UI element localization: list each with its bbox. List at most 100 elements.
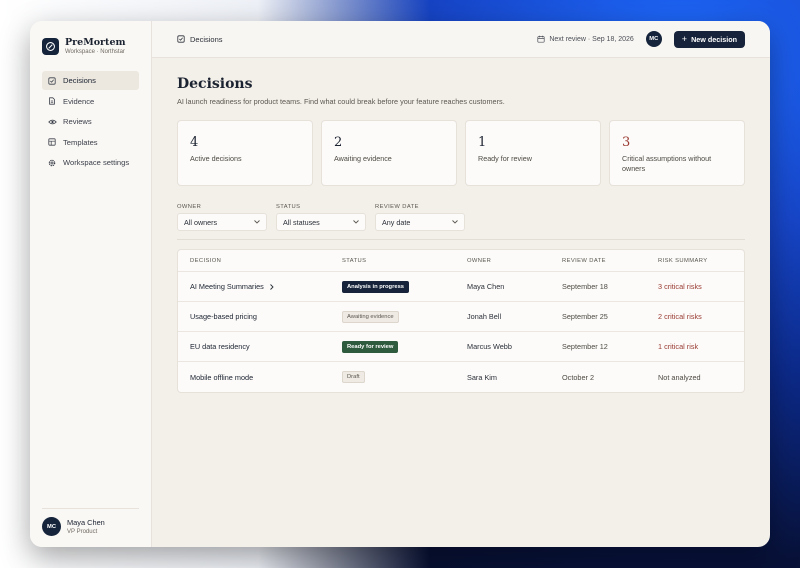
brand-logo-icon <box>42 37 59 55</box>
status-cell: Ready for review <box>342 340 467 353</box>
review-date-cell: September 18 <box>562 282 608 291</box>
divider <box>177 239 745 240</box>
stat-label: Awaiting evidence <box>334 154 392 163</box>
gear-icon <box>48 159 60 167</box>
stat-card-ready[interactable]: 1 Ready for review <box>465 120 601 186</box>
select-value: Any date <box>382 217 411 227</box>
brand[interactable]: PreMortem Workspace · Northstar <box>30 21 151 55</box>
table-row[interactable]: Mobile offline mode Draft Sara Kim Octob… <box>178 362 744 392</box>
stat-card-awaiting[interactable]: 2 Awaiting evidence <box>321 120 457 186</box>
stat-label: Active decisions <box>190 154 242 163</box>
sidebar-item-label: Workspace settings <box>63 158 130 167</box>
status-select[interactable]: All statuses <box>276 213 366 231</box>
sidebar-item-label: Templates <box>63 137 98 147</box>
sidebar-item-evidence[interactable]: Evidence <box>42 92 139 111</box>
stat-label: Ready for review <box>478 154 532 163</box>
content: Decisions AI launch readiness for produc… <box>152 58 770 393</box>
stat-value: 3 <box>622 135 631 150</box>
decision-name: AI Meeting Summaries <box>190 282 264 291</box>
filter-label: REVIEW DATE <box>375 204 419 210</box>
new-decision-button[interactable]: + New decision <box>673 30 745 48</box>
risk-summary-cell: 3 critical risks <box>658 282 702 291</box>
decision-cell: Mobile offline mode <box>178 373 342 382</box>
checkbox-icon <box>48 76 60 85</box>
document-icon <box>48 97 60 105</box>
stat-value: 4 <box>190 135 199 150</box>
sidebar-item-label: Reviews <box>63 117 92 126</box>
chevron-down-icon <box>254 220 260 224</box>
column-header[interactable]: RISK SUMMARY <box>658 258 744 264</box>
sidebar-item-reviews[interactable]: Reviews <box>42 112 139 131</box>
owner-cell: Sara Kim <box>467 372 498 382</box>
filters: OWNER All owners STATUS All statuses REV… <box>177 204 745 231</box>
table-row[interactable]: AI Meeting Summaries Analysis in progres… <box>178 272 744 302</box>
sidebar-nav: Decisions Evidence Reviews Templates Wor… <box>30 71 151 172</box>
column-header[interactable]: DECISION <box>178 258 342 264</box>
stats-row: 4 Active decisions 2 Awaiting evidence 1… <box>177 120 745 186</box>
column-header[interactable]: OWNER <box>467 258 562 264</box>
filter-label: STATUS <box>276 204 301 210</box>
owner-select[interactable]: All owners <box>177 213 267 231</box>
owner-cell: Maya Chen <box>467 282 505 291</box>
chevron-right-icon <box>269 283 274 290</box>
decision-name: Mobile offline mode <box>190 372 254 382</box>
stat-value: 1 <box>478 135 487 150</box>
topbar: Decisions Next review · Sep 18, 2026 MC … <box>152 21 770 58</box>
status-filter: STATUS All statuses <box>276 204 366 231</box>
status-cell: Draft <box>342 371 467 383</box>
sidebar: PreMortem Workspace · Northstar Decision… <box>30 21 152 547</box>
status-cell: Awaiting evidence <box>342 310 467 323</box>
template-icon <box>48 138 60 146</box>
breadcrumb-label: Decisions <box>190 34 223 44</box>
decision-name: Usage-based pricing <box>190 312 257 321</box>
status-badge: Awaiting evidence <box>342 310 399 323</box>
status-badge: Ready for review <box>342 340 399 353</box>
decision-cell: EU data residency <box>178 342 342 351</box>
workspace-name: Workspace · Northstar <box>65 49 125 55</box>
sidebar-user[interactable]: MC Maya Chen VP Product <box>42 508 139 536</box>
owner-cell: Marcus Webb <box>467 342 512 351</box>
select-value: All owners <box>184 217 218 227</box>
stat-value: 2 <box>334 135 343 150</box>
page-subtitle: AI launch readiness for product teams. F… <box>177 97 505 106</box>
calendar-icon <box>537 35 545 43</box>
status-cell: Analysis in progress <box>342 280 467 293</box>
table-header: DECISION STATUS OWNER REVIEW DATE RISK S… <box>178 250 744 272</box>
decision-cell: AI Meeting Summaries <box>178 282 342 291</box>
owner-cell: Jonah Bell <box>467 312 502 321</box>
user-role: VP Product <box>67 529 98 535</box>
sidebar-item-workspace-settings[interactable]: Workspace settings <box>42 153 139 172</box>
column-header[interactable]: REVIEW DATE <box>562 258 658 264</box>
decision-name: EU data residency <box>190 342 250 351</box>
risk-summary-cell: 1 critical risk <box>658 342 699 351</box>
plus-icon: + <box>681 34 688 44</box>
main-area: Decisions Next review · Sep 18, 2026 MC … <box>152 21 770 547</box>
chevron-down-icon <box>452 220 458 224</box>
column-header[interactable]: STATUS <box>342 258 467 264</box>
avatar: MC <box>42 517 61 536</box>
decision-cell: Usage-based pricing <box>178 312 342 321</box>
review-date-cell: October 2 <box>562 372 595 382</box>
decisions-table: DECISION STATUS OWNER REVIEW DATE RISK S… <box>177 249 745 393</box>
owner-filter: OWNER All owners <box>177 204 267 231</box>
stat-card-active[interactable]: 4 Active decisions <box>177 120 313 186</box>
user-name: Maya Chen <box>67 518 105 527</box>
table-row[interactable]: EU data residency Ready for review Marcu… <box>178 332 744 362</box>
stat-card-critical[interactable]: 3 Critical assumptions without owners <box>609 120 745 186</box>
sidebar-item-decisions[interactable]: Decisions <box>42 71 139 90</box>
review-date-filter: REVIEW DATE Any date <box>375 204 465 231</box>
next-review-label: Next review · Sep 18, 2026 <box>549 35 634 43</box>
eye-icon <box>48 118 60 126</box>
risk-summary-cell: 2 critical risks <box>658 312 702 321</box>
app-window: PreMortem Workspace · Northstar Decision… <box>30 21 770 547</box>
filter-label: OWNER <box>177 204 202 210</box>
stat-label: Critical assumptions without owners <box>622 154 712 173</box>
sidebar-item-templates[interactable]: Templates <box>42 133 139 152</box>
table-row[interactable]: Usage-based pricing Awaiting evidence Jo… <box>178 302 744 332</box>
review-date-cell: September 12 <box>562 342 608 351</box>
checkbox-icon <box>177 35 185 43</box>
chevron-down-icon <box>353 220 359 224</box>
avatar[interactable]: MC <box>645 31 662 47</box>
review-date-select[interactable]: Any date <box>375 213 465 231</box>
breadcrumb[interactable]: Decisions <box>177 35 223 44</box>
